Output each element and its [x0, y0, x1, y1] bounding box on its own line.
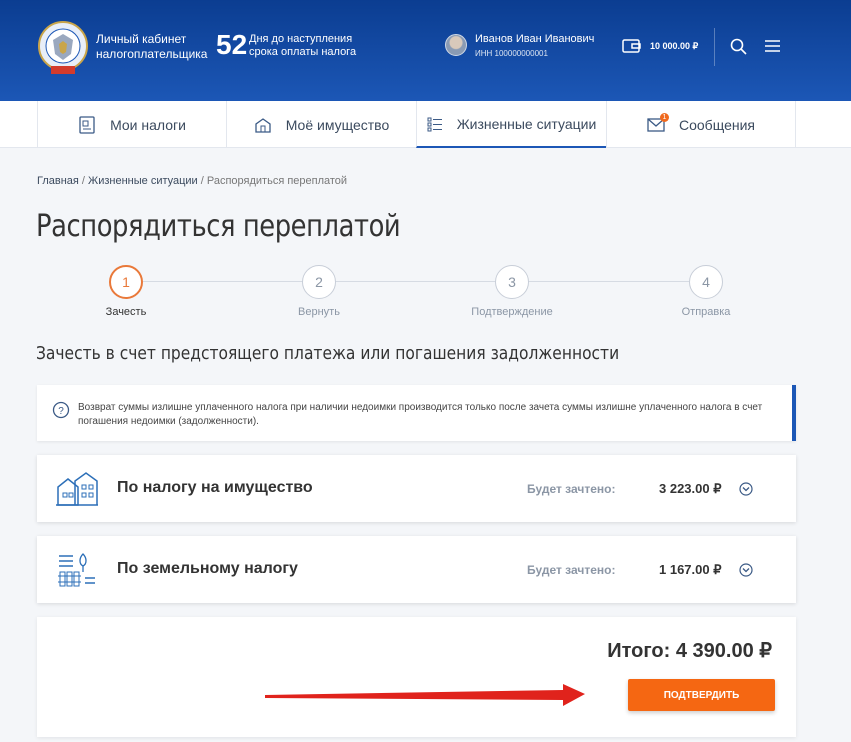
days-count: 52: [216, 29, 248, 60]
fns-emblem-logo[interactable]: [37, 20, 89, 76]
house-icon: [56, 472, 98, 506]
menu-icon[interactable]: [764, 39, 781, 53]
tab-my-taxes[interactable]: Мои налоги: [37, 101, 226, 148]
main-nav: Мои налоги Моё имущество Жизненные ситуа…: [0, 101, 851, 148]
tab-my-property[interactable]: Моё имущество: [226, 101, 416, 148]
search-icon[interactable]: [730, 38, 747, 55]
avatar[interactable]: [445, 34, 467, 56]
tab-label: Мои налоги: [110, 116, 186, 133]
wallet-icon[interactable]: [622, 38, 641, 54]
brand-line1: Личный кабинет: [96, 32, 187, 46]
days-line1: Дня до наступления: [249, 33, 353, 45]
question-icon: ?: [52, 401, 70, 419]
breadcrumb: Главная / Жизненные ситуации / Распоряди…: [37, 175, 347, 187]
land-icon: [58, 553, 95, 587]
property-icon: [254, 116, 272, 134]
step-2: 2: [302, 265, 336, 299]
step-label-4: Отправка: [681, 306, 731, 318]
user-name[interactable]: Иванов Иван Иванович: [475, 33, 594, 45]
messages-badge: 1: [660, 113, 669, 122]
confirm-button[interactable]: ПОДТВЕРДИТЬ: [628, 679, 775, 711]
breadcrumb-separator: /: [78, 175, 89, 187]
breadcrumb-section[interactable]: Жизненные ситуации: [88, 175, 198, 187]
step-4: 4: [689, 265, 723, 299]
days-caption: Дня до наступления срока оплаты налога: [249, 33, 356, 59]
days-line2: срока оплаты налога: [249, 46, 357, 58]
breadcrumb-current: Распорядиться переплатой: [206, 175, 348, 187]
list-icon: [427, 116, 443, 132]
page-title: Распорядиться переплатой: [36, 209, 401, 244]
svg-text:?: ?: [58, 406, 64, 417]
balance[interactable]: 10 000.00 ₽: [650, 41, 698, 52]
section-title: Зачесть в счет предстоящего платежа или …: [36, 343, 620, 364]
step-1[interactable]: 1: [109, 265, 143, 299]
info-text: Возврат суммы излишне уплаченного налога…: [78, 402, 763, 427]
tab-messages[interactable]: Сообщения: [606, 101, 796, 148]
tab-label: Сообщения: [679, 116, 755, 133]
step-label-2: Вернуть: [298, 306, 340, 318]
header-divider: [714, 28, 715, 66]
step-label-1: Зачесть: [105, 306, 147, 318]
card-title: По налогу на имущество: [117, 479, 313, 496]
brand-title: Личный кабинет налогоплательщика: [96, 32, 207, 62]
tab-label: Жизненные ситуации: [456, 115, 597, 132]
total-amount: Итого: 4 390.00 ₽: [607, 640, 772, 662]
card-credit-label: Будет зачтено:: [527, 563, 616, 577]
tab-label: Моё имущество: [285, 116, 390, 133]
overpayment-card-land[interactable]: По земельному налогу Будет зачтено: 1 16…: [37, 536, 796, 603]
tab-life-situations[interactable]: Жизненные ситуации: [416, 101, 606, 148]
red-arrow-annotation: [265, 684, 585, 706]
steps-connector: [143, 281, 689, 282]
chevron-down-icon[interactable]: [739, 482, 753, 496]
chevron-down-icon[interactable]: [739, 563, 753, 577]
header: Личный кабинет налогоплательщика 52 Дня …: [0, 0, 851, 101]
breadcrumb-home[interactable]: Главная: [37, 175, 79, 187]
user-inn: ИНН 100000000001: [475, 49, 548, 58]
step-3: 3: [495, 265, 529, 299]
overpayment-card-property[interactable]: По налогу на имущество Будет зачтено: 3 …: [37, 455, 796, 522]
card-credit-label: Будет зачтено:: [527, 482, 616, 496]
card-amount: 3 223.00 ₽: [659, 481, 722, 496]
step-label-3: Подтверждение: [471, 306, 553, 318]
brand-line2: налогоплательщика: [96, 47, 208, 61]
card-title: По земельному налогу: [117, 560, 298, 577]
breadcrumb-separator: /: [197, 175, 207, 187]
info-notice: ? Возврат суммы излишне уплаченного нало…: [37, 385, 796, 441]
card-amount: 1 167.00 ₽: [659, 562, 722, 577]
taxes-icon: [78, 115, 96, 134]
